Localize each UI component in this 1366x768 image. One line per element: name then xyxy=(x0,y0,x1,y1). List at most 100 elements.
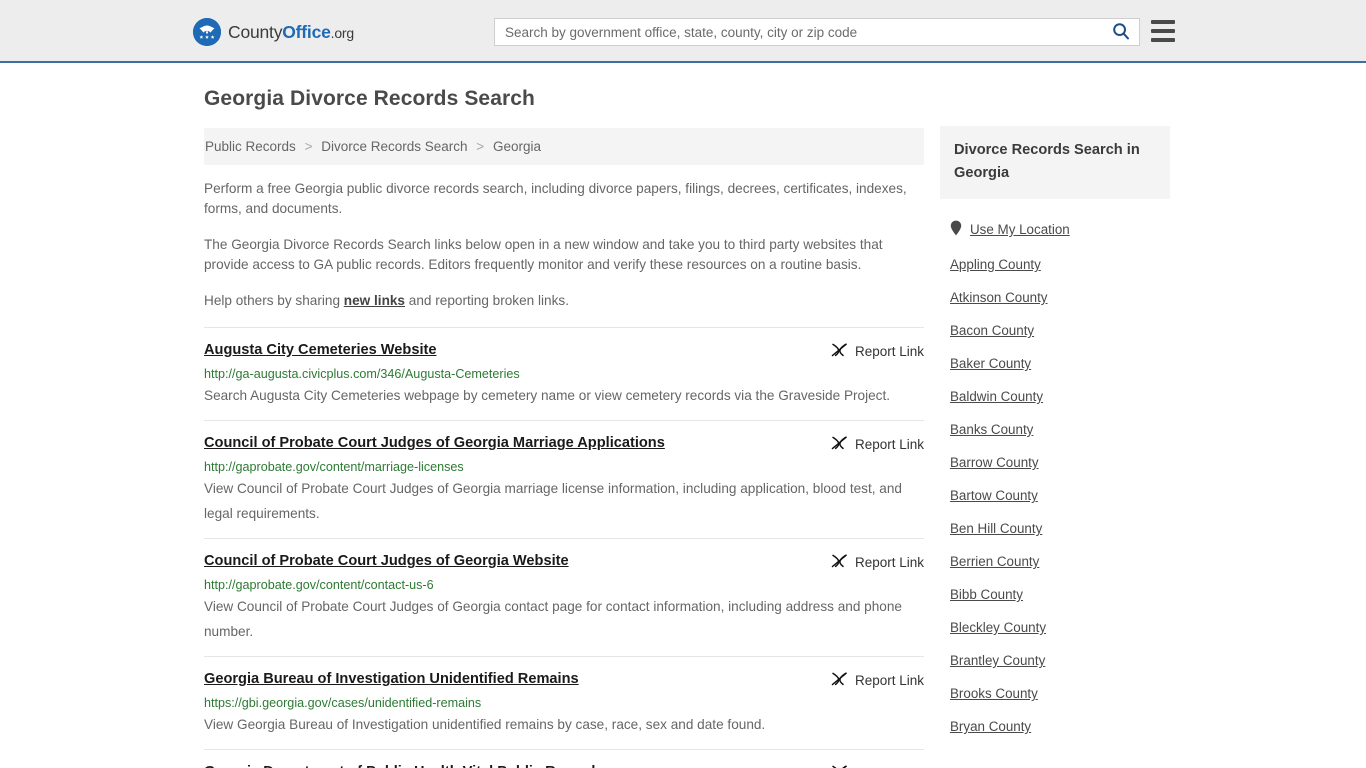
sidebar-item-county[interactable]: Barrow County xyxy=(940,446,1170,479)
sidebar-item-county[interactable]: Atkinson County xyxy=(940,281,1170,314)
sidebar-item-county[interactable]: Brantley County xyxy=(940,644,1170,677)
result-url[interactable]: http://gaprobate.gov/content/contact-us-… xyxy=(204,577,924,593)
broken-link-icon xyxy=(831,764,848,768)
county-link[interactable]: Bibb County xyxy=(950,587,1023,602)
map-pin-icon xyxy=(950,220,962,239)
county-link[interactable]: Bacon County xyxy=(950,323,1034,338)
county-link[interactable]: Appling County xyxy=(950,257,1041,272)
broken-link-icon xyxy=(831,553,848,572)
breadcrumb-item-divorce-records-search[interactable]: Divorce Records Search xyxy=(321,139,467,154)
hamburger-menu-icon[interactable] xyxy=(1151,20,1175,42)
result-description: View Council of Probate Court Judges of … xyxy=(204,481,902,521)
sidebar-item-county[interactable]: Baldwin County xyxy=(940,380,1170,413)
search-input[interactable] xyxy=(495,19,1103,45)
county-link[interactable]: Bartow County xyxy=(950,488,1038,503)
result-title-link[interactable]: Georgia Department of Public Health Vita… xyxy=(204,763,604,768)
county-link[interactable]: Atkinson County xyxy=(950,290,1048,305)
broken-link-icon xyxy=(831,435,848,454)
intro-paragraph-2: The Georgia Divorce Records Search links… xyxy=(204,237,883,272)
breadcrumb-item-georgia: Georgia xyxy=(492,139,541,154)
county-office-eagle-logo-icon xyxy=(193,18,221,46)
result-description: Search Augusta City Cemeteries webpage b… xyxy=(204,388,891,403)
report-link-label: Report Link xyxy=(854,344,924,359)
sidebar-item-county[interactable]: Appling County xyxy=(940,248,1170,281)
report-link-label: Report Link xyxy=(854,673,924,688)
report-link-label: Report Link xyxy=(854,555,924,570)
county-link[interactable]: Baker County xyxy=(950,356,1031,371)
result-header: Georgia Bureau of Investigation Unidenti… xyxy=(204,670,924,690)
result-header: Council of Probate Court Judges of Georg… xyxy=(204,434,924,454)
breadcrumb-separator: > xyxy=(476,139,485,154)
result-title-link[interactable]: Augusta City Cemeteries Website xyxy=(204,341,437,359)
search-button[interactable] xyxy=(1103,19,1139,45)
breadcrumb-item-public-records[interactable]: Public Records xyxy=(205,139,296,154)
broken-link-icon xyxy=(831,342,848,361)
site-header: CountyOffice.org xyxy=(0,0,1366,63)
result-url[interactable]: http://gaprobate.gov/content/marriage-li… xyxy=(204,459,924,475)
county-link[interactable]: Barrow County xyxy=(950,455,1039,470)
site-logo[interactable]: CountyOffice.org xyxy=(193,18,354,46)
logo-text-county: County xyxy=(228,21,283,42)
report-link-button[interactable]: Report Link xyxy=(831,670,924,690)
sidebar-item-county[interactable]: Bacon County xyxy=(940,314,1170,347)
new-links-link[interactable]: new links xyxy=(344,293,405,308)
search-bar[interactable] xyxy=(494,18,1140,46)
report-link-button[interactable]: Report Link xyxy=(831,434,924,454)
sidebar: Divorce Records Search in Georgia Use My… xyxy=(940,126,1170,743)
sidebar-item-county[interactable]: Ben Hill County xyxy=(940,512,1170,545)
search-icon xyxy=(1112,22,1130,43)
result-header: Georgia Department of Public Health Vita… xyxy=(204,763,924,768)
hamburger-bar xyxy=(1151,38,1175,42)
result-item: Georgia Bureau of Investigation Unidenti… xyxy=(204,656,924,749)
sidebar-item-county[interactable]: Banks County xyxy=(940,413,1170,446)
county-link[interactable]: Baldwin County xyxy=(950,389,1043,404)
county-link[interactable]: Banks County xyxy=(950,422,1033,437)
logo-text-office: Office xyxy=(282,21,331,42)
result-description: View Council of Probate Court Judges of … xyxy=(204,599,902,639)
breadcrumb: Public Records > Divorce Records Search … xyxy=(204,128,924,165)
intro-text-before-link: Help others by sharing xyxy=(204,293,344,308)
county-link[interactable]: Bleckley County xyxy=(950,620,1046,635)
broken-link-icon xyxy=(831,671,848,690)
report-link-button[interactable]: Report Link xyxy=(831,763,924,768)
sidebar-item-county[interactable]: Bartow County xyxy=(940,479,1170,512)
intro-paragraph-3: Help others by sharing new links and rep… xyxy=(204,291,924,311)
intro-paragraph-1: Perform a free Georgia public divorce re… xyxy=(204,181,907,216)
sidebar-title: Divorce Records Search in Georgia xyxy=(940,126,1170,199)
result-url[interactable]: http://ga-augusta.civicplus.com/346/Augu… xyxy=(204,366,924,382)
sidebar-item-county[interactable]: Baker County xyxy=(940,347,1170,380)
sidebar-item-county[interactable]: Brooks County xyxy=(940,677,1170,710)
sidebar-item-county[interactable]: Bleckley County xyxy=(940,611,1170,644)
result-item: Council of Probate Court Judges of Georg… xyxy=(204,538,924,656)
sidebar-item-county[interactable]: Bibb County xyxy=(940,578,1170,611)
result-header: Council of Probate Court Judges of Georg… xyxy=(204,552,924,572)
site-logo-text: CountyOffice.org xyxy=(228,22,354,43)
logo-text-org: .org xyxy=(330,24,355,41)
hamburger-bar xyxy=(1151,20,1175,24)
sidebar-item-county[interactable]: Berrien County xyxy=(940,545,1170,578)
county-link[interactable]: Brooks County xyxy=(950,686,1038,701)
hamburger-bar xyxy=(1151,29,1175,33)
sidebar-item-use-my-location[interactable]: Use My Location xyxy=(940,211,1170,248)
report-link-button[interactable]: Report Link xyxy=(831,341,924,361)
county-link[interactable]: Berrien County xyxy=(950,554,1039,569)
use-my-location-link[interactable]: Use My Location xyxy=(970,222,1070,237)
county-link[interactable]: Brantley County xyxy=(950,653,1045,668)
county-link[interactable]: Ben Hill County xyxy=(950,521,1042,536)
result-title-link[interactable]: Council of Probate Court Judges of Georg… xyxy=(204,552,569,570)
result-item: Georgia Department of Public Health Vita… xyxy=(204,749,924,768)
sidebar-item-county[interactable]: Bryan County xyxy=(940,710,1170,743)
page-title: Georgia Divorce Records Search xyxy=(204,87,535,110)
result-description: View Georgia Bureau of Investigation uni… xyxy=(204,717,766,732)
report-link-button[interactable]: Report Link xyxy=(831,552,924,572)
report-link-label: Report Link xyxy=(854,437,924,452)
result-header: Augusta City Cemeteries Website Report L… xyxy=(204,341,924,361)
result-item: Council of Probate Court Judges of Georg… xyxy=(204,420,924,538)
result-title-link[interactable]: Georgia Bureau of Investigation Unidenti… xyxy=(204,670,579,688)
main-content: Georgia Divorce Records Search Public Re… xyxy=(204,87,924,768)
sidebar-county-list: Use My Location Appling County Atkinson … xyxy=(940,211,1170,743)
result-url[interactable]: https://gbi.georgia.gov/cases/unidentifi… xyxy=(204,695,924,711)
intro-text-after-link: and reporting broken links. xyxy=(405,293,569,308)
result-title-link[interactable]: Council of Probate Court Judges of Georg… xyxy=(204,434,665,452)
county-link[interactable]: Bryan County xyxy=(950,719,1031,734)
